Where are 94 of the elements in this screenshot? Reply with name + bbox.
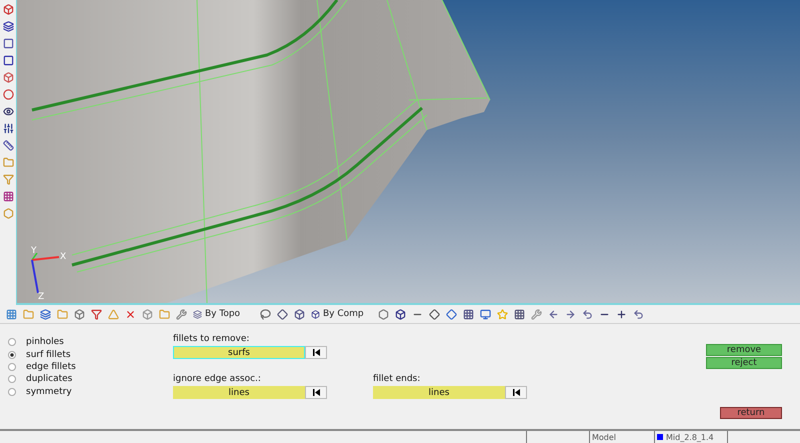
toolbar-button[interactable] bbox=[1, 121, 15, 135]
layers-icon bbox=[2, 20, 14, 32]
eye-icon bbox=[2, 106, 14, 116]
diamond-icon bbox=[276, 308, 288, 320]
return-button[interactable]: return bbox=[720, 407, 782, 419]
radio-button[interactable] bbox=[8, 338, 16, 346]
toolbar-button[interactable] bbox=[512, 307, 526, 321]
diamond-icon bbox=[446, 308, 456, 320]
action-button[interactable]: reject bbox=[706, 357, 782, 369]
cube-icon bbox=[2, 4, 14, 14]
axis-triad-drawing bbox=[31, 253, 62, 294]
axis-label: Z bbox=[38, 292, 44, 302]
selector-field[interactable]: lines bbox=[173, 386, 305, 400]
filter-icon bbox=[2, 174, 14, 184]
radio-button[interactable] bbox=[8, 375, 16, 384]
grid-icon bbox=[514, 308, 524, 320]
component-name: Mid_2.8_1.4 bbox=[666, 432, 714, 442]
layers-icon bbox=[40, 308, 50, 320]
lasso-icon bbox=[260, 308, 270, 320]
toolbar-button[interactable] bbox=[1, 36, 15, 50]
triangle-icon bbox=[108, 308, 118, 320]
square-icon bbox=[2, 38, 14, 48]
toolbar-button[interactable] bbox=[444, 307, 458, 321]
toolbar-button[interactable] bbox=[478, 307, 492, 321]
toolbar-button[interactable] bbox=[427, 307, 441, 321]
plus-icon bbox=[616, 308, 626, 320]
radio-option[interactable]: pinholes bbox=[8, 336, 173, 348]
folder-icon bbox=[56, 308, 68, 320]
reset-button[interactable] bbox=[305, 386, 327, 400]
square-icon bbox=[2, 54, 14, 66]
toolbar-button[interactable] bbox=[1, 53, 15, 67]
toolbar-button[interactable] bbox=[1, 87, 15, 101]
undo-icon bbox=[632, 308, 644, 320]
toolbar-button[interactable] bbox=[461, 307, 475, 321]
reset-button[interactable] bbox=[505, 386, 527, 400]
undo-icon bbox=[582, 308, 592, 320]
field-label: fillets to remove: bbox=[173, 334, 250, 344]
diamond-icon bbox=[428, 308, 440, 320]
hexagon-icon bbox=[2, 208, 14, 218]
toolbar-button[interactable] bbox=[258, 307, 272, 321]
grid-icon bbox=[462, 308, 474, 320]
cube-icon bbox=[294, 308, 304, 320]
circle-icon bbox=[2, 88, 14, 100]
cube-icon bbox=[142, 308, 152, 320]
ruler-icon bbox=[2, 140, 14, 150]
arrow-right-icon bbox=[564, 308, 576, 320]
cube-icon bbox=[74, 308, 84, 320]
radio-button[interactable] bbox=[8, 362, 16, 371]
toolbar-button[interactable] bbox=[89, 307, 103, 321]
grid-icon bbox=[6, 308, 16, 320]
field-label: fillet ends: bbox=[373, 374, 422, 384]
selector-field[interactable]: lines bbox=[373, 386, 505, 400]
skip-back-icon bbox=[312, 389, 320, 396]
sliders-icon bbox=[2, 122, 14, 134]
wrench-icon bbox=[176, 308, 186, 320]
folder-icon bbox=[22, 308, 34, 320]
radio-button[interactable] bbox=[8, 350, 16, 359]
monitor-icon bbox=[480, 308, 490, 320]
action-button[interactable]: remove bbox=[706, 344, 782, 356]
toolbar-button[interactable] bbox=[1, 138, 15, 152]
toolbar-button[interactable] bbox=[1, 189, 15, 203]
cube-icon bbox=[394, 308, 406, 320]
radio-button[interactable] bbox=[8, 388, 16, 396]
arrow-left-icon bbox=[548, 308, 558, 320]
selector-field[interactable]: surfs bbox=[173, 346, 305, 359]
cube-icon bbox=[2, 72, 14, 82]
toolbar-button[interactable] bbox=[292, 307, 306, 321]
radio-option[interactable]: edge fillets bbox=[8, 360, 173, 374]
toolbar-button[interactable] bbox=[393, 307, 407, 321]
radio-option[interactable]: duplicates bbox=[8, 373, 173, 386]
close-icon bbox=[124, 308, 136, 320]
status-model: Model bbox=[589, 431, 654, 443]
cube-icon bbox=[311, 310, 320, 318]
wrench-icon bbox=[530, 308, 542, 320]
axis-label: Y bbox=[31, 246, 36, 256]
toolbar-button[interactable] bbox=[1, 2, 15, 16]
skip-back-icon bbox=[312, 349, 320, 356]
grid-icon bbox=[2, 190, 14, 202]
hexagon-icon bbox=[378, 308, 388, 320]
filter-icon bbox=[90, 308, 102, 320]
toolbar-button[interactable] bbox=[38, 307, 52, 321]
layers-icon bbox=[193, 310, 202, 318]
folder-icon bbox=[158, 308, 170, 320]
field-label: ignore edge assoc.: bbox=[173, 374, 262, 384]
toolbar-button[interactable] bbox=[275, 307, 289, 321]
folder-icon bbox=[2, 156, 14, 168]
radio-option[interactable]: symmetry bbox=[8, 386, 173, 398]
toolbar-button[interactable] bbox=[631, 307, 645, 321]
radio-option[interactable]: surf fillets bbox=[8, 348, 173, 361]
axis-label: X bbox=[60, 252, 66, 262]
skip-back-icon bbox=[512, 389, 520, 396]
star-icon bbox=[496, 308, 508, 320]
toolbar-button[interactable] bbox=[1, 19, 15, 33]
reset-button[interactable] bbox=[305, 346, 327, 359]
